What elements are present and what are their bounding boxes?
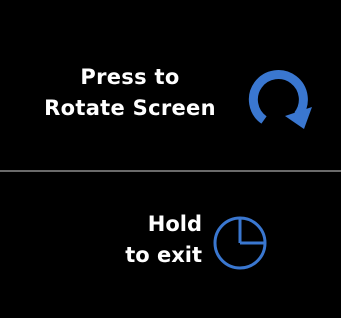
- rotate-label-line2: Rotate Screen: [44, 96, 216, 120]
- exit-button[interactable]: Hold to exit: [0, 172, 341, 318]
- exit-label-line1: Hold: [147, 212, 202, 236]
- clock-icon: [213, 216, 267, 270]
- rotate-clockwise-icon: [248, 70, 312, 129]
- rotate-screen-button[interactable]: Press to Rotate Screen: [0, 0, 341, 170]
- exit-label-line2: to exit: [125, 243, 202, 267]
- rotate-label-line1: Press to: [80, 65, 180, 89]
- rotate-screen-label: Press to Rotate Screen: [30, 62, 230, 124]
- exit-label: Hold to exit: [98, 209, 202, 271]
